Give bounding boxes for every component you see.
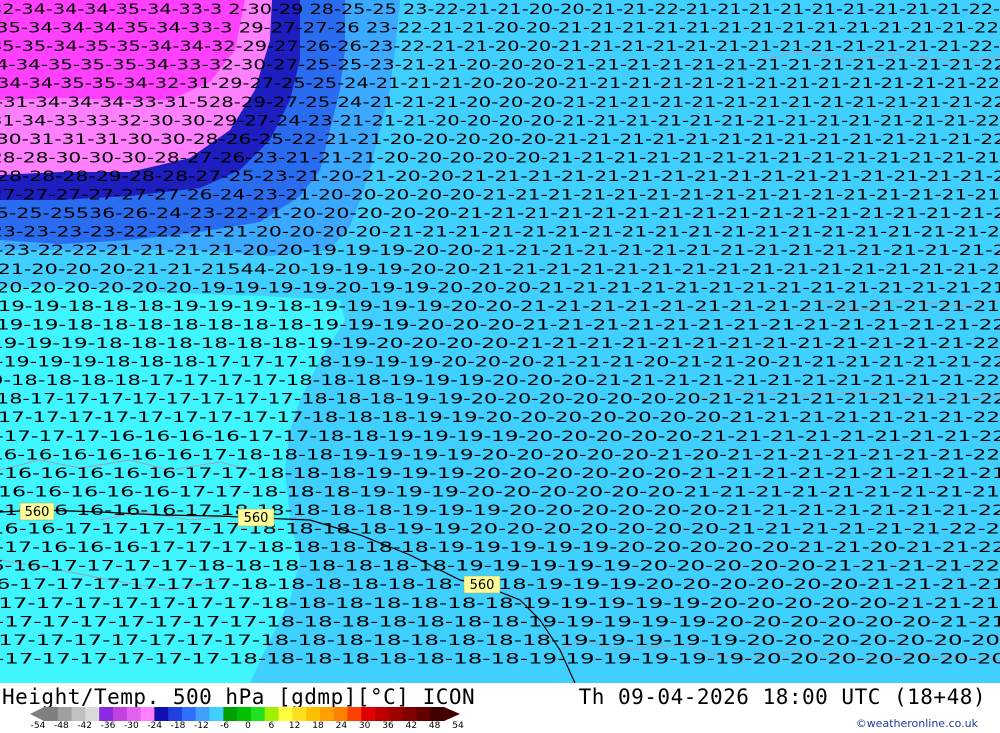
scale-swatch [154,707,169,721]
scale-swatch [264,707,279,721]
scale-swatch [112,707,128,721]
temperature-label-row: -19-19-18-18-18-19-19-19-18-19-19-19-19-… [0,299,1000,315]
scale-swatch [375,707,390,721]
scale-tick-label: 54 [452,721,464,731]
temperature-label-row: -17-17-17-17-17-17-17-18-18-18-18-18-18-… [0,614,1000,630]
scale-tick-label: 42 [405,721,418,731]
temperature-map: 32-34-34-34-35-34-33-3 2-30-29 28-25-25 … [0,0,1000,683]
scale-tick-label: 48 [428,721,441,731]
scale-swatch [57,707,73,721]
scale-tick-label: -54 [30,721,46,731]
scale-swatch [237,707,252,721]
scale-swatch [71,707,86,721]
map-title: Height/Temp. 500 hPa [gdmp][°C] ICON [2,685,476,709]
temperature-label-row: 19-19-18-18-18-18-18-18-18-19-19-19-20-2… [0,317,1000,333]
scale-arrow-right [444,707,460,721]
scale-swatch [126,707,142,721]
scale-tick-label: 6 [268,721,275,731]
scale-swatch [250,707,266,721]
scale-tick-label: 12 [288,721,301,731]
svg-text:560: 560 [244,511,269,526]
temperature-label-row: 5-25-25536-26-24-23-22-21-20-20-20-20-20… [0,206,1000,222]
temperature-label-row: 28-28-28-29-28-28-27-25-23-21-20-21-20-2… [0,169,1000,185]
scale-swatch [99,707,114,721]
scale-tick-label: 36 [382,721,394,731]
height-label-560-center: 560 [463,575,501,594]
temperature-label-row: -17-17-17-17-17-17-17-18-18-18-18-18-18-… [0,633,1000,649]
temperature-label-row: 18-17-17-17-17-17-17-17-17-18-18-18-19-1… [0,392,1000,408]
scale-tick-label: -24 [147,721,163,731]
scale-swatch [416,707,431,721]
scale-swatch [361,707,376,721]
temperature-label-row: 23-23-23-23-22-22-21-21-20-20-20-20-21-2… [0,225,1000,241]
scale-swatch [402,707,417,721]
scale-tick-label: -18 [170,721,186,731]
scale-swatch [347,707,362,721]
scale-tick-label: 30 [358,721,371,731]
temperature-label-row: -17-17-17-17-17-17-17-17-17-18-18-18-19-… [0,410,1000,426]
map-valid-time: Th 09-04-2026 18:00 UTC (18+48) [578,685,986,709]
temperature-label-row: 9-18-18-18-18-17-17-17-17-18-18-18-19-19… [0,373,1000,389]
credit-link[interactable]: ©weatheronline.co.uk [856,717,978,730]
temperature-label-row: -34-34-35-35-34-32-31-29-27-25-25-24-21-… [0,76,1000,92]
temperature-label-row: 20-20-20-20-20-20-19-19-19-19-20-19-19-2… [0,280,1000,296]
temperature-label-row: -17-17-17-17-17-17-18-18-18-18-18-18-18-… [0,651,1000,667]
temperature-label-row: 4-34-35-35-35-34-33-32-30-27-25-25-23-21… [0,58,1000,74]
temperature-label-row: -16-16-16-16-16-17-17-18-18-18-19-19-19-… [0,484,1000,500]
scale-swatch [140,707,155,721]
scale-swatch [209,707,224,721]
temperature-label-row: 30-31-31-31-30-30-28-26-25-22-21-21-20-2… [0,132,1000,148]
temperature-label-row: -19-19-19-18-18-18-17-17-17-18-19-19-19-… [0,355,1000,371]
temperature-label-row: 19-19-19-18-18-18-18-18-18-19-19-20-20-2… [0,336,1000,352]
temperature-label-row: 6-16-17-17-17-17-18-18-18-18-18-18-18-19… [0,559,1000,575]
scale-swatch [181,707,197,721]
color-scale-ticks: -54 -48 -42 -36 -30 -24 -18 -12 -6 0 6 12 18 24 30 36 42… [31,721,464,733]
scale-swatch [292,707,307,721]
scale-tick-label: 24 [335,721,348,731]
scale-swatch [44,707,59,721]
temperature-label-row: 35-34-34-34-35-34-33-3 29-27-27-26 23-22… [0,21,1000,37]
scale-swatch [195,707,211,721]
map-canvas: 32-34-34-34-35-34-33-3 2-30-29 28-25-25 … [0,0,1000,683]
scale-swatch [319,707,335,721]
scale-tick-label: -42 [77,721,93,731]
temperature-label-row: -16-16-16-16-16-17-18-18-18-18-18-19-19-… [0,503,1000,519]
scale-tick-label: 0 [245,721,251,731]
temperature-label-row: -17-17-17-16-16-16-16-17-17-18-18-19-19-… [0,429,1000,445]
scale-tick-label: -48 [53,721,69,731]
temperature-label-row: -17-17-17-17-17-17-17-18-18-18-18-18-18-… [0,596,1000,612]
temperature-label-row: -21-20-20-20-21-21-21544-20-19-19-19-20-… [0,262,1000,278]
scale-swatch [388,707,404,721]
temperature-label-row: 31-34-33-33-32-30-30-29-27-24-23-21-21-2… [0,113,1000,129]
height-label-560-left: 560 [19,502,55,521]
scale-tick-label: 18 [312,721,324,731]
temperature-label-row: -31-34-34-34-33-31-528-29-27-25-24-21-21… [0,95,1000,111]
scale-swatch [278,707,293,721]
map-footer: Height/Temp. 500 hPa [gdmp][°C] ICON Th … [0,683,1000,733]
temperature-label-row: 27-27-27-27-27-27-26-24-23-21-20-20-20-2… [0,188,1000,204]
scale-swatch [430,707,445,721]
scale-swatch [168,707,183,721]
temperature-label-row: 28-28-30-30-30-28-27-26-23-21-21-21-20-2… [0,150,1000,166]
height-label-560-center-left: 560 [237,508,275,527]
temperature-label-row: 16-16-17-17-17-17-17-18-18-18-18-19-19-2… [0,522,1000,538]
temperature-label-row: 16-16-16-16-16-16-17-18-18-18-19-19-19-1… [0,447,1000,463]
temperature-label-row: 32-34-34-34-35-34-33-3 2-30-29 28-25-25 … [0,2,1000,18]
color-scale-bar [30,707,460,721]
temperature-label-row: -16-16-16-16-16-17-17-18-18-18-19-19-19-… [0,466,1000,482]
temperature-label-row: -23-22-22-21-21-21-21-20-20-19-19-19-20-… [0,243,1000,259]
scale-tick-label: -36 [100,721,116,731]
scale-tick-label: -6 [220,721,230,731]
scale-swatch [85,707,100,721]
scale-tick-label: -30 [123,721,139,731]
svg-text:560: 560 [470,578,495,593]
svg-text:560: 560 [25,505,50,520]
scale-swatch [333,707,348,721]
temperature-label-row: 35-35-34-35-35-34-34-32-29-27-26-26-23-2… [0,39,1000,55]
temperature-label-row: -17-16-16-16-17-17-17-18-18-18-18-18-19-… [0,540,1000,556]
scale-tick-label: -12 [193,721,209,731]
scale-swatch [306,707,321,721]
scale-swatch [223,707,238,721]
scale-arrow-left [30,707,44,721]
